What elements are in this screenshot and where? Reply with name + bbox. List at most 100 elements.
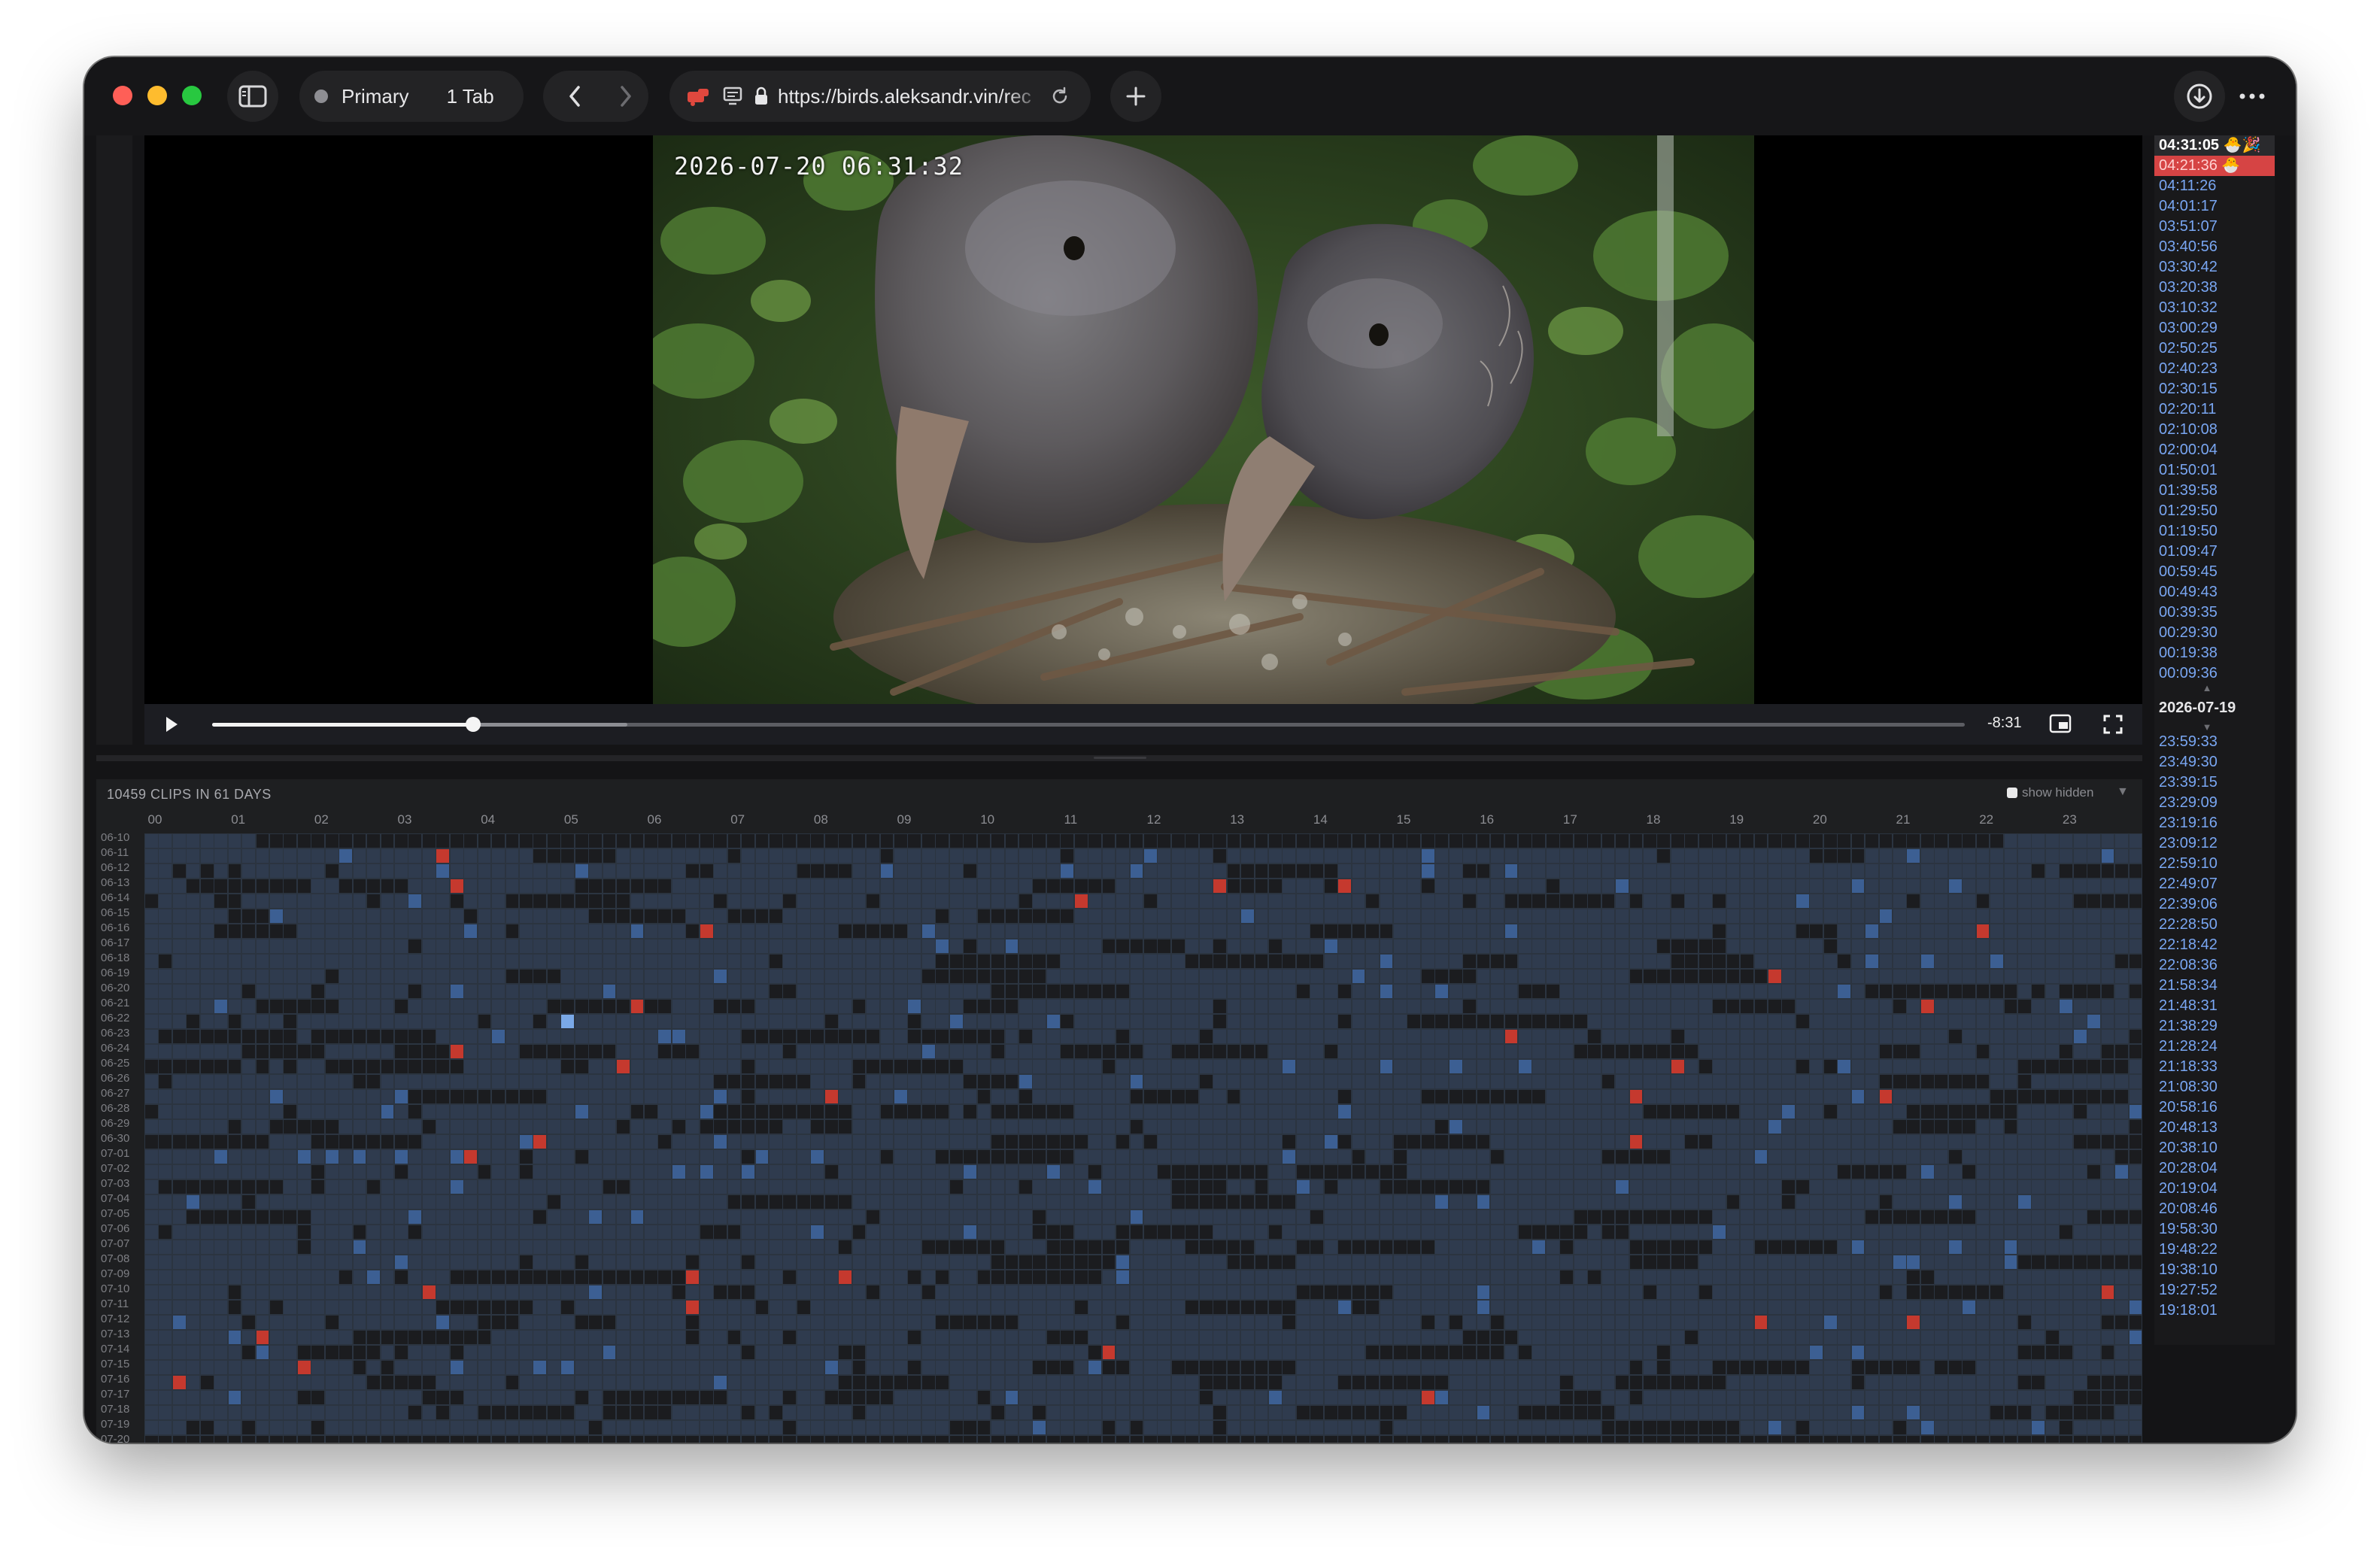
heatmap-cell[interactable] <box>867 1240 879 1254</box>
heatmap-cell[interactable] <box>145 1120 158 1134</box>
heatmap-cell[interactable] <box>1269 1316 1282 1329</box>
heatmap-cell[interactable] <box>1644 1090 1656 1103</box>
heatmap-cell[interactable] <box>297 1150 311 1164</box>
heatmap-cell[interactable] <box>1810 1045 1823 1058</box>
heatmap-cell[interactable] <box>1255 985 1268 998</box>
heatmap-cell[interactable] <box>1657 1015 1671 1028</box>
heatmap-cell[interactable] <box>880 1075 894 1088</box>
heatmap-cell[interactable] <box>658 1210 672 1224</box>
heatmap-cell[interactable] <box>1920 1075 1934 1088</box>
heatmap-cell[interactable] <box>1671 1316 1684 1329</box>
heatmap-cell[interactable] <box>1519 1180 1532 1194</box>
heatmap-cell[interactable] <box>1283 985 1296 998</box>
heatmap-cell[interactable] <box>242 1120 255 1134</box>
heatmap-cell[interactable] <box>1810 985 1823 998</box>
heatmap-cell[interactable] <box>1421 924 1434 938</box>
heatmap-cell[interactable] <box>450 1000 463 1013</box>
heatmap-cell[interactable] <box>1310 1180 1324 1194</box>
heatmap-cell[interactable] <box>2129 1120 2142 1134</box>
heatmap-cell[interactable] <box>1102 955 1116 968</box>
heatmap-cell[interactable] <box>2045 955 2059 968</box>
heatmap-cell[interactable] <box>1421 1045 1434 1058</box>
heatmap-cell[interactable] <box>1726 879 1740 893</box>
heatmap-cell[interactable] <box>159 1135 172 1149</box>
heatmap-cell[interactable] <box>880 1000 894 1013</box>
heatmap-cell[interactable] <box>1893 1240 1906 1254</box>
heatmap-cell[interactable] <box>1935 1180 1948 1194</box>
heatmap-cell[interactable] <box>1782 834 1796 848</box>
heatmap-cell[interactable] <box>1601 955 1615 968</box>
heatmap-cell[interactable] <box>1657 1060 1671 1073</box>
heatmap-cell[interactable] <box>1920 864 1934 878</box>
heatmap-cell[interactable] <box>1990 1195 2003 1209</box>
heatmap-cell[interactable] <box>1519 1060 1532 1073</box>
heatmap-cell[interactable] <box>645 1150 657 1164</box>
heatmap-cell[interactable] <box>1019 834 1032 848</box>
heatmap-cell[interactable] <box>908 1195 921 1209</box>
heatmap-cell[interactable] <box>520 1105 533 1118</box>
heatmap-cell[interactable] <box>1116 1270 1129 1284</box>
heatmap-cell[interactable] <box>1838 1195 1851 1209</box>
heatmap-cell[interactable] <box>2004 1285 2017 1299</box>
heatmap-cell[interactable] <box>1657 1240 1671 1254</box>
heatmap-cell[interactable] <box>1588 1210 1601 1224</box>
heatmap-cell[interactable] <box>1380 849 1393 863</box>
heatmap-cell[interactable] <box>381 924 394 938</box>
heatmap-cell[interactable] <box>1158 864 1171 878</box>
heatmap-cell[interactable] <box>1380 939 1393 953</box>
heatmap-cell[interactable] <box>353 1270 366 1284</box>
heatmap-cell[interactable] <box>589 1150 603 1164</box>
heatmap-cell[interactable] <box>742 849 754 863</box>
heatmap-cell[interactable] <box>533 1225 547 1239</box>
heatmap-cell[interactable] <box>977 1090 991 1103</box>
heatmap-cell[interactable] <box>1407 1180 1421 1194</box>
heatmap-cell[interactable] <box>1657 1000 1671 1013</box>
heatmap-cell[interactable] <box>1671 1075 1684 1088</box>
heatmap-cell[interactable] <box>1851 1045 1865 1058</box>
heatmap-cell[interactable] <box>1990 1030 2003 1043</box>
heatmap-cell[interactable] <box>1394 1210 1407 1224</box>
heatmap-cell[interactable] <box>214 834 228 848</box>
heatmap-cell[interactable] <box>1685 864 1698 878</box>
heatmap-cell[interactable] <box>2032 879 2045 893</box>
heatmap-cell[interactable] <box>1990 909 2003 923</box>
heatmap-cell[interactable] <box>1158 1150 1171 1164</box>
heatmap-cell[interactable] <box>464 1030 478 1043</box>
heatmap-cell[interactable] <box>589 1331 603 1344</box>
heatmap-cell[interactable] <box>284 1195 297 1209</box>
heatmap-cell[interactable] <box>1019 1331 1032 1344</box>
heatmap-cell[interactable] <box>1948 1060 1962 1073</box>
heatmap-cell[interactable] <box>297 879 311 893</box>
heatmap-cell[interactable] <box>1865 849 1878 863</box>
heatmap-cell[interactable] <box>936 1240 949 1254</box>
heatmap-cell[interactable] <box>422 1090 436 1103</box>
heatmap-cell[interactable] <box>1324 955 1337 968</box>
heatmap-cell[interactable] <box>1074 1150 1088 1164</box>
heatmap-cell[interactable] <box>1185 909 1199 923</box>
heatmap-cell[interactable] <box>824 1060 838 1073</box>
heatmap-cell[interactable] <box>1061 1060 1074 1073</box>
heatmap-cell[interactable] <box>1199 955 1213 968</box>
heatmap-cell[interactable] <box>1130 1180 1143 1194</box>
heatmap-cell[interactable] <box>1838 939 1851 953</box>
heatmap-cell[interactable] <box>908 1210 921 1224</box>
heatmap-cell[interactable] <box>520 1195 533 1209</box>
heatmap-cell[interactable] <box>395 1285 408 1299</box>
heatmap-cell[interactable] <box>1255 1060 1268 1073</box>
heatmap-cell[interactable] <box>1698 1120 1712 1134</box>
heatmap-cell[interactable] <box>172 1045 186 1058</box>
heatmap-cell[interactable] <box>977 1270 991 1284</box>
heatmap-cell[interactable] <box>159 909 172 923</box>
heatmap-cell[interactable] <box>1796 939 1809 953</box>
heatmap-cell[interactable] <box>1199 1000 1213 1013</box>
heatmap-cell[interactable] <box>1519 1270 1532 1284</box>
heatmap-cell[interactable] <box>2004 1015 2017 1028</box>
heatmap-cell[interactable] <box>284 1120 297 1134</box>
heatmap-cell[interactable] <box>200 879 214 893</box>
heatmap-cell[interactable] <box>880 1316 894 1329</box>
heatmap-cell[interactable] <box>353 1285 366 1299</box>
heatmap-cell[interactable] <box>1088 924 1102 938</box>
heatmap-cell[interactable] <box>1698 1195 1712 1209</box>
heatmap-cell[interactable] <box>1796 1270 1809 1284</box>
heatmap-cell[interactable] <box>1199 849 1213 863</box>
